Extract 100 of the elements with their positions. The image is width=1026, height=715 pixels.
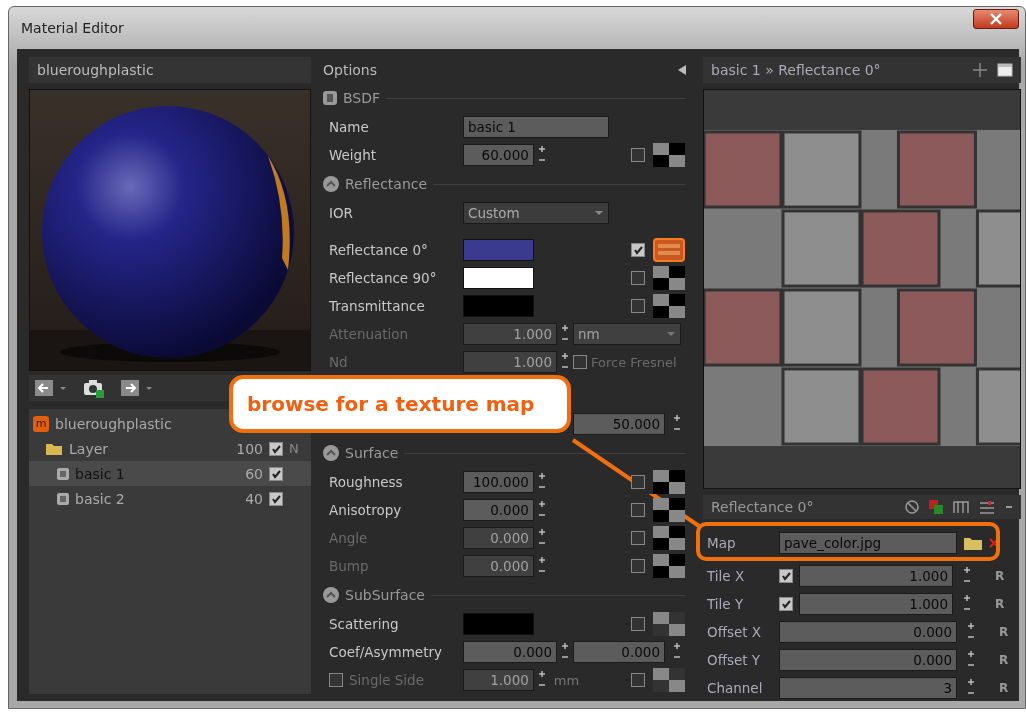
field-label: Anisotropy bbox=[329, 502, 402, 518]
number-field[interactable]: 50.000 bbox=[573, 413, 665, 435]
checkbox[interactable] bbox=[631, 299, 645, 313]
map-title: Reflectance 0° bbox=[711, 499, 814, 515]
sliders-icon[interactable] bbox=[979, 500, 995, 514]
field-label: Tile Y bbox=[707, 596, 745, 612]
breadcrumb: basic 1 » Reflectance 0° bbox=[711, 62, 881, 78]
caret-icon[interactable] bbox=[59, 385, 67, 391]
field-label: Roughness bbox=[329, 474, 403, 490]
section-title: Reflectance bbox=[345, 176, 428, 192]
collapse-icon[interactable] bbox=[323, 176, 339, 192]
field-label: Weight bbox=[329, 147, 377, 163]
checkbox-label: Force Fresnel bbox=[591, 354, 677, 370]
text-field[interactable]: basic 1 bbox=[463, 116, 610, 138]
section-title: BSDF bbox=[343, 90, 381, 106]
dash-icon[interactable] bbox=[1005, 504, 1013, 510]
field-label: Channel bbox=[707, 680, 764, 696]
checkbox[interactable] bbox=[779, 597, 793, 611]
bsdf-icon bbox=[57, 467, 69, 480]
field-label: Reflectance 90° bbox=[329, 270, 437, 286]
close-button[interactable] bbox=[973, 9, 1019, 29]
collapse-icon[interactable] bbox=[323, 587, 339, 603]
reset-button[interactable]: R bbox=[991, 569, 1009, 583]
number-field[interactable]: 0.000 bbox=[463, 499, 534, 521]
panel-title: Options bbox=[323, 62, 378, 78]
field-label: Bump bbox=[329, 558, 369, 574]
material-name: blueroughplastic bbox=[29, 57, 311, 83]
window-icon[interactable] bbox=[997, 63, 1013, 77]
folder-icon bbox=[45, 441, 63, 456]
checkbox[interactable] bbox=[269, 491, 283, 506]
number-field[interactable]: 1.000 bbox=[799, 565, 953, 587]
section-title: SubSurface bbox=[345, 587, 425, 603]
prohibited-icon[interactable] bbox=[905, 500, 919, 514]
number-field[interactable]: 60.000 bbox=[463, 144, 534, 166]
checkbox[interactable] bbox=[631, 271, 645, 285]
checkbox[interactable] bbox=[631, 148, 645, 162]
checkbox[interactable] bbox=[631, 617, 645, 631]
number-field[interactable]: 100.000 bbox=[463, 471, 534, 493]
texture-swatch[interactable] bbox=[653, 143, 685, 167]
grid-icon[interactable] bbox=[953, 500, 969, 514]
color-swatch[interactable] bbox=[463, 613, 535, 635]
checkbox[interactable] bbox=[631, 475, 645, 489]
crosshair-icon[interactable] bbox=[973, 63, 987, 77]
rgb-icon[interactable] bbox=[929, 500, 943, 514]
window-title: Material Editor bbox=[21, 20, 124, 36]
clear-icon[interactable] bbox=[989, 538, 999, 548]
tree-row[interactable]: basic 2 40 bbox=[29, 486, 311, 511]
field-label: Name bbox=[329, 119, 369, 135]
tree-item[interactable]: basic 1 bbox=[75, 465, 125, 482]
field-label: Coef/Asymmetry bbox=[329, 644, 442, 660]
field-label: Nd bbox=[329, 354, 348, 370]
number-field[interactable]: 1.000 bbox=[799, 593, 953, 615]
texture-swatch[interactable] bbox=[653, 470, 685, 494]
caret-icon bbox=[594, 210, 605, 216]
tree-item[interactable]: Layer bbox=[69, 440, 109, 457]
field-label: Single Side bbox=[349, 672, 424, 688]
dropdown[interactable]: Custom bbox=[463, 202, 610, 224]
folder-icon[interactable] bbox=[963, 535, 983, 551]
camera-icon[interactable] bbox=[83, 378, 105, 398]
texture-swatch[interactable] bbox=[653, 498, 685, 522]
texture-swatch[interactable] bbox=[653, 294, 685, 318]
field-label: Transmittance bbox=[329, 298, 425, 314]
reset-button[interactable]: R bbox=[995, 681, 1013, 695]
reset-button[interactable]: R bbox=[995, 625, 1013, 639]
texture-swatch[interactable] bbox=[653, 238, 685, 262]
tree-row[interactable]: basic 1 60 bbox=[29, 461, 311, 486]
checkbox[interactable] bbox=[631, 243, 645, 257]
number-field[interactable]: 0.000 bbox=[779, 621, 957, 643]
texture-swatch[interactable] bbox=[653, 612, 685, 636]
number-field[interactable]: 0.000 bbox=[463, 641, 557, 663]
number-field[interactable]: 3 bbox=[779, 677, 957, 699]
section-icon bbox=[323, 91, 337, 105]
weight-value: 60 bbox=[245, 465, 263, 482]
file-path-field[interactable]: pave_color.jpg bbox=[779, 532, 957, 554]
field-label: Offset Y bbox=[707, 652, 762, 668]
field-label: Scattering bbox=[329, 616, 399, 632]
field-label: IOR bbox=[329, 205, 353, 221]
collapse-icon[interactable] bbox=[677, 64, 687, 76]
reset-button[interactable]: R bbox=[995, 653, 1013, 667]
color-swatch[interactable] bbox=[463, 267, 535, 289]
number-field[interactable]: 0.000 bbox=[779, 649, 957, 671]
callout: browse for a texture map bbox=[229, 375, 571, 433]
checkbox[interactable] bbox=[269, 441, 283, 456]
color-swatch[interactable] bbox=[463, 239, 535, 261]
checkbox[interactable] bbox=[631, 503, 645, 517]
checkbox[interactable] bbox=[779, 569, 793, 583]
color-swatch[interactable] bbox=[463, 295, 535, 317]
field-label: Angle bbox=[329, 530, 368, 546]
number-field[interactable]: 0.000 bbox=[573, 641, 665, 663]
tree-item[interactable]: basic 2 bbox=[75, 490, 125, 507]
reset-button[interactable]: R bbox=[991, 597, 1009, 611]
close-icon bbox=[989, 13, 1003, 25]
bsdf-icon bbox=[57, 492, 69, 505]
caret-icon[interactable] bbox=[145, 385, 153, 391]
field-label: Attenuation bbox=[329, 326, 409, 342]
field-label: Offset X bbox=[707, 624, 763, 640]
tree-item[interactable]: blueroughplastic bbox=[55, 415, 172, 432]
texture-swatch[interactable] bbox=[653, 266, 685, 290]
checkbox[interactable] bbox=[269, 466, 283, 481]
collapse-icon[interactable] bbox=[323, 445, 339, 461]
